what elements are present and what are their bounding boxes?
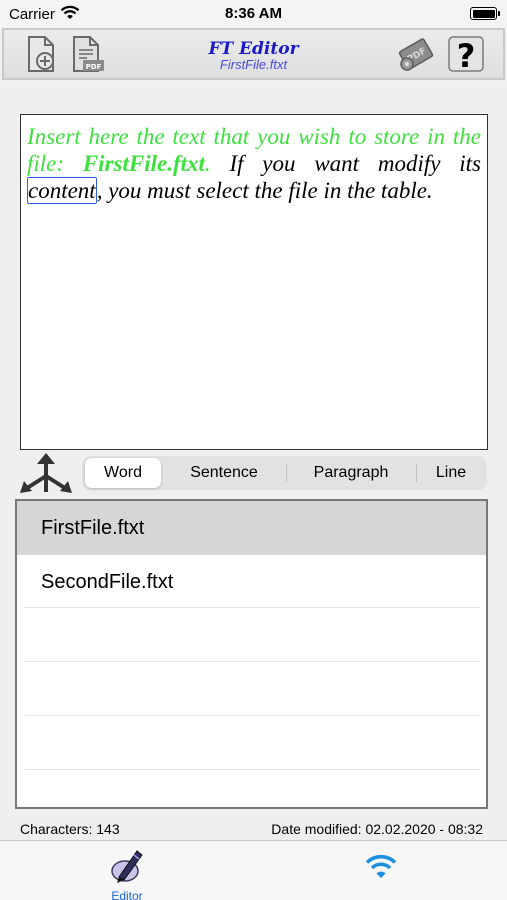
row-separator <box>25 607 480 608</box>
file-table: FirstFile.ftxt SecondFile.ftxt <box>15 499 488 809</box>
help-button[interactable]: ? <box>446 34 486 74</box>
battery-icon <box>470 7 500 20</box>
text-editor[interactable]: Insert here the text that you wish to st… <box>20 114 488 450</box>
segment-line[interactable]: Line <box>417 458 485 488</box>
table-row-firstfile[interactable]: FirstFile.ftxt <box>17 501 486 555</box>
tab-bar: Editor <box>0 840 507 900</box>
row-separator <box>25 661 480 662</box>
clock-time: 8:36 AM <box>225 5 282 22</box>
tab-wifi-transfer[interactable] <box>350 847 410 887</box>
new-file-icon <box>28 36 54 72</box>
pdf-file-icon: PDF <box>73 36 104 72</box>
move-arrows-icon[interactable] <box>18 452 74 496</box>
row-separator <box>25 715 480 716</box>
tab-editor-label: Editor <box>111 889 143 900</box>
title-block: FT Editor FirstFile.ftxt <box>150 40 357 72</box>
table-row-secondfile[interactable]: SecondFile.ftxt <box>17 555 486 609</box>
editor-selected-word[interactable]: content <box>27 177 97 204</box>
new-file-button[interactable] <box>22 34 62 74</box>
info-bar: Characters: 143 Date modified: 02.02.202… <box>0 820 507 840</box>
pen-editor-icon <box>111 850 143 883</box>
character-count: Characters: 143 <box>20 821 120 837</box>
pdf-settings-icon: PDF <box>398 38 434 71</box>
selection-mode-control: Word Sentence Paragraph Line <box>82 456 487 490</box>
toolbar: PDF FT Editor FirstFile.ftxt PDF ? <box>0 28 507 84</box>
app-title: FT Editor <box>208 39 299 59</box>
help-icon: ? <box>448 36 484 74</box>
svg-text:PDF: PDF <box>86 63 102 71</box>
export-pdf-button[interactable]: PDF <box>68 34 108 74</box>
segment-word[interactable]: Word <box>85 458 161 488</box>
segment-sentence[interactable]: Sentence <box>163 458 285 488</box>
pdf-settings-button[interactable]: PDF <box>396 34 436 74</box>
wifi-icon <box>365 854 397 878</box>
status-bar: Carrier 8:36 AM <box>0 0 507 28</box>
editor-sentence-end: , you must select the file in the table. <box>96 178 433 203</box>
editor-sentence-start: If you want modify its <box>210 151 481 176</box>
current-file-name: FirstFile.ftxt <box>219 57 288 72</box>
tab-editor[interactable]: Editor <box>97 845 157 900</box>
svg-text:?: ? <box>457 37 476 74</box>
date-modified: Date modified: 02.02.2020 - 08:32 <box>271 821 483 837</box>
segment-paragraph[interactable]: Paragraph <box>287 458 415 488</box>
editor-filename-text: FirstFile.ftxt <box>82 151 205 176</box>
row-separator <box>25 769 480 770</box>
